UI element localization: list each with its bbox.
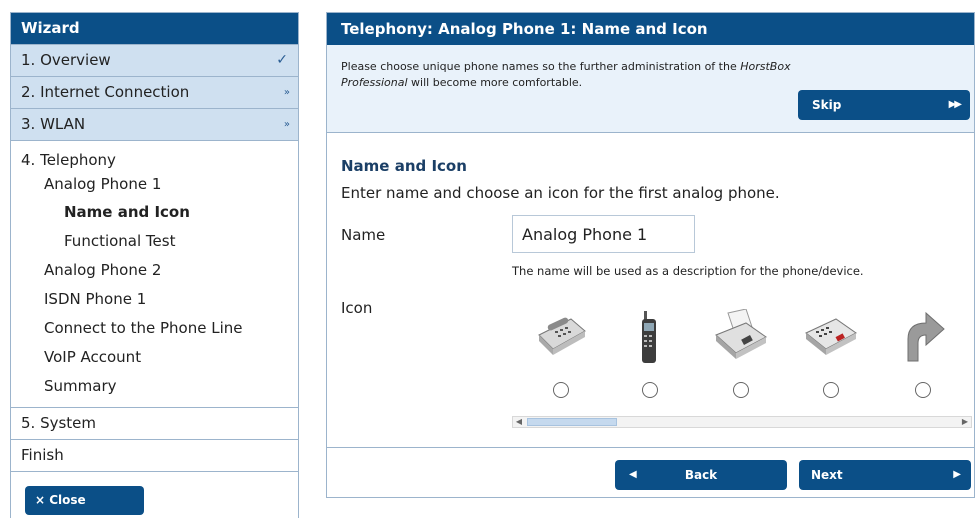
footer-divider xyxy=(327,447,974,448)
sidebar-item-functional-test[interactable]: Functional Test xyxy=(11,227,298,256)
icon-radio-answering-machine[interactable] xyxy=(823,382,839,398)
sidebar-item-finish[interactable]: Finish xyxy=(11,439,298,471)
name-input[interactable] xyxy=(512,215,695,253)
close-button[interactable]: × Close xyxy=(25,486,144,515)
back-button[interactable]: ◀ Back xyxy=(615,460,787,490)
cordless-phone-icon[interactable] xyxy=(620,309,680,367)
check-icon: ✓ xyxy=(276,52,288,68)
sidebar-item-system[interactable]: 5. System xyxy=(11,407,298,439)
sidebar-item-analog-phone-1[interactable]: Analog Phone 1 xyxy=(11,171,298,198)
double-chevron-right-icon: » xyxy=(283,119,290,130)
sidebar-item-voip-account[interactable]: VoIP Account xyxy=(11,343,298,372)
sidebar-item-label: 3. WLAN xyxy=(21,115,86,133)
wizard-main-panel: Telephony: Analog Phone 1: Name and Icon… xyxy=(326,12,975,498)
chevron-left-icon: ◀ xyxy=(629,469,637,480)
sidebar-item-summary[interactable]: Summary xyxy=(11,372,298,401)
skip-button[interactable]: Skip ▶▶ xyxy=(798,90,970,120)
sidebar-title: Wizard xyxy=(11,13,298,44)
scroll-thumb[interactable] xyxy=(527,418,617,426)
sidebar-item-label: 1. Overview xyxy=(21,51,111,69)
sidebar-group-telephony: 4. Telephony Analog Phone 1 Name and Ico… xyxy=(11,140,298,407)
wizard-sidebar: Wizard 1. Overview ✓ 2. Internet Connect… xyxy=(10,12,299,518)
sidebar-item-telephony[interactable]: 4. Telephony xyxy=(11,149,298,171)
next-button[interactable]: Next ▶ xyxy=(799,460,971,490)
forward-arrow-icon[interactable] xyxy=(893,309,953,365)
desk-phone-icon[interactable] xyxy=(531,309,591,359)
icon-label: Icon xyxy=(341,299,373,317)
icon-radio-cordless-phone[interactable] xyxy=(642,382,658,398)
name-hint: The name will be used as a description f… xyxy=(512,264,864,278)
icon-radio-fax-machine[interactable] xyxy=(733,382,749,398)
sidebar-item-wlan[interactable]: 3. WLAN » xyxy=(11,108,298,140)
sidebar-item-overview[interactable]: 1. Overview ✓ xyxy=(11,44,298,76)
sidebar-item-name-and-icon[interactable]: Name and Icon xyxy=(11,198,298,227)
skip-button-label: Skip xyxy=(812,98,842,112)
scroll-right-icon[interactable]: ▶ xyxy=(959,417,971,427)
name-label: Name xyxy=(341,226,386,244)
sidebar-item-analog-phone-2[interactable]: Analog Phone 2 xyxy=(11,256,298,285)
double-chevron-right-icon: » xyxy=(283,87,290,98)
double-chevron-right-icon: ▶▶ xyxy=(948,99,962,110)
section-description: Enter name and choose an icon for the fi… xyxy=(341,184,780,202)
icon-scrollbar[interactable]: ◀ ▶ xyxy=(512,416,972,428)
next-button-label: Next xyxy=(811,468,843,482)
section-title: Name and Icon xyxy=(341,157,467,175)
fax-machine-icon[interactable] xyxy=(711,309,771,363)
sidebar-item-label: 2. Internet Connection xyxy=(21,83,190,101)
info-text: Please choose unique phone names so the … xyxy=(341,60,791,89)
answering-machine-icon[interactable] xyxy=(801,309,861,359)
chevron-right-icon: ▶ xyxy=(953,469,961,480)
page-title: Telephony: Analog Phone 1: Name and Icon xyxy=(327,13,974,45)
sidebar-item-internet-connection[interactable]: 2. Internet Connection » xyxy=(11,76,298,108)
icon-radio-desk-phone[interactable] xyxy=(553,382,569,398)
sidebar-item-isdn-phone-1[interactable]: ISDN Phone 1 xyxy=(11,285,298,314)
icon-radio-forward[interactable] xyxy=(915,382,931,398)
scroll-left-icon[interactable]: ◀ xyxy=(513,417,525,427)
form-content: Name and Icon Enter name and choose an i… xyxy=(327,133,974,463)
info-box: Please choose unique phone names so the … xyxy=(327,45,974,133)
back-button-label: Back xyxy=(684,468,718,482)
sidebar-close-area: × Close xyxy=(11,471,298,518)
sidebar-item-connect-phone-line[interactable]: Connect to the Phone Line xyxy=(11,314,298,343)
